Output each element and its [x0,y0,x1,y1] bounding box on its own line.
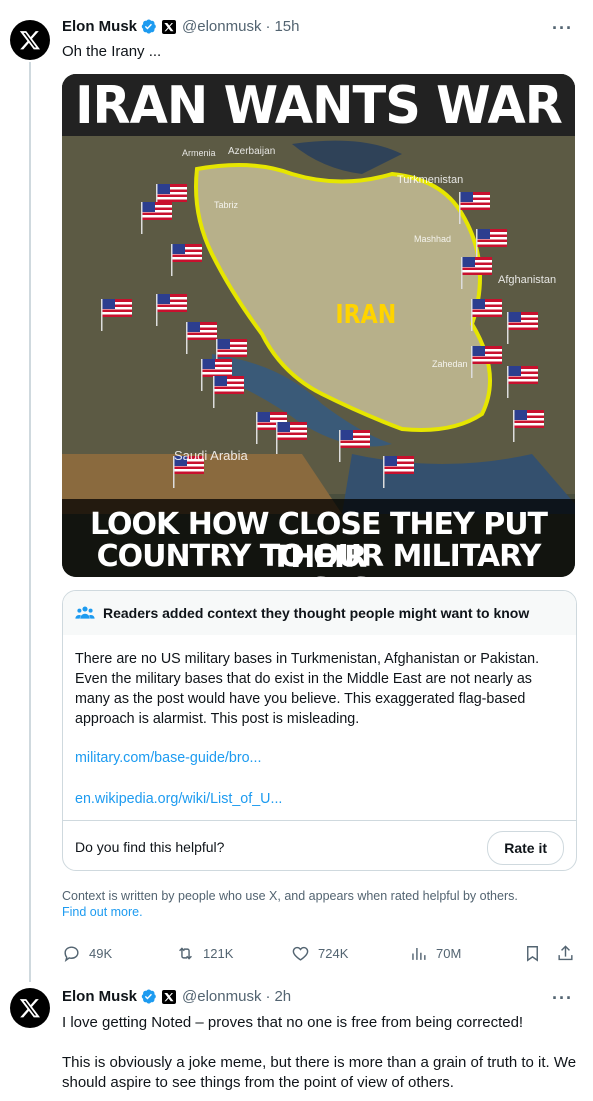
author-avatar[interactable] [10,20,50,60]
tweet-header: Elon Musk @elonmusk · 15h [62,18,299,35]
context-disclaimer: Context is written by people who use X, … [62,888,562,920]
view-count: 70M [436,946,462,961]
share-icon [558,945,573,961]
rate-it-button[interactable]: Rate it [487,831,564,865]
views-button[interactable]: 70M [409,944,461,963]
separator-dot: · [265,18,271,35]
more-options-icon[interactable]: ··· [552,988,573,1009]
bookmark-button[interactable] [523,944,550,963]
repost-count: 121K [203,946,234,961]
x-logo-icon [19,31,40,50]
reply-icon [64,946,79,962]
x-logo-icon [19,999,40,1018]
x-affiliate-badge-icon[interactable] [162,989,177,1004]
note-divider [63,820,576,821]
map-label-tabriz: Tabriz [214,200,239,210]
reply-button[interactable]: 49K [62,944,112,963]
like-button[interactable]: 724K [291,944,348,963]
tweet-header-2: Elon Musk @elonmusk · 2h [62,988,291,1005]
share-button[interactable] [556,944,583,963]
community-note-title: Readers added context they thought peopl… [103,605,530,621]
map-label-turkmenistan: Turkmenistan [397,174,464,186]
community-note-body: There are no US military bases in Turkme… [75,651,540,727]
note-source-link-1[interactable]: military.com/base-guide/bro... [75,748,564,768]
tweet2-line2: This is obviously a joke meme, but there… [62,1054,577,1091]
map-label-azerbaijan: Azerbaijan [228,146,276,157]
map-iran-label: IRAN [335,300,397,330]
verified-badge-icon[interactable] [140,18,157,35]
people-icon [75,605,95,621]
tweet-media-image[interactable]: IRAN WANTS WAR LOOK HOW CLOSE THEY PUT T… [62,74,575,577]
context-disclaimer-text: Context is written by people who use X, … [62,889,518,903]
author-name[interactable]: Elon Musk [62,18,137,35]
author-handle-2[interactable]: @elonmusk [182,988,261,1005]
note-source-link-2[interactable]: en.wikipedia.org/wiki/List_of_U... [75,789,564,809]
repost-icon [179,947,192,960]
heart-icon [292,946,309,961]
meme-headline: IRAN WANTS WAR [75,76,563,136]
separator-dot: · [265,988,271,1005]
x-affiliate-badge-icon[interactable] [162,19,177,34]
thread-connector-line [29,62,31,982]
tweet-action-bar: 49K 121K 724K 70M [62,944,574,966]
tweet-timestamp-2[interactable]: 2h [274,988,291,1005]
map-illustration [62,74,575,577]
reply-count: 49K [89,946,113,961]
like-count: 724K [318,946,349,961]
author-name-2[interactable]: Elon Musk [62,988,137,1005]
verified-badge-icon[interactable] [140,988,157,1005]
meme-footer-line2: COUNTRY TO OUR MILITARY BASES [96,539,542,577]
tweet-timestamp[interactable]: 15h [274,18,299,35]
bookmark-icon [527,946,538,962]
map-label-zahedan: Zahedan [432,359,468,369]
community-note: Readers added context they thought peopl… [62,590,577,871]
repost-button[interactable]: 121K [176,944,233,963]
author-handle[interactable]: @elonmusk [182,18,261,35]
views-bar-chart-icon [412,947,426,960]
community-note-header[interactable]: Readers added context they thought peopl… [63,591,576,635]
tweet-text-2: I love getting Noted – proves that no on… [62,1013,582,1093]
more-options-icon[interactable]: ··· [552,18,573,39]
author-avatar-2[interactable] [10,988,50,1028]
helpful-question: Do you find this helpful? [75,839,225,855]
tweet-text: Oh the Irany ... [62,43,162,60]
map-label-armenia: Armenia [182,148,216,158]
find-out-more-link[interactable]: Find out more. [62,905,143,919]
map-label-saudi-arabia: Saudi Arabia [174,448,248,463]
map-label-mashhad: Mashhad [414,234,452,244]
map-label-afghanistan: Afghanistan [498,274,557,286]
tweet2-line1: I love getting Noted – proves that no on… [62,1014,524,1031]
